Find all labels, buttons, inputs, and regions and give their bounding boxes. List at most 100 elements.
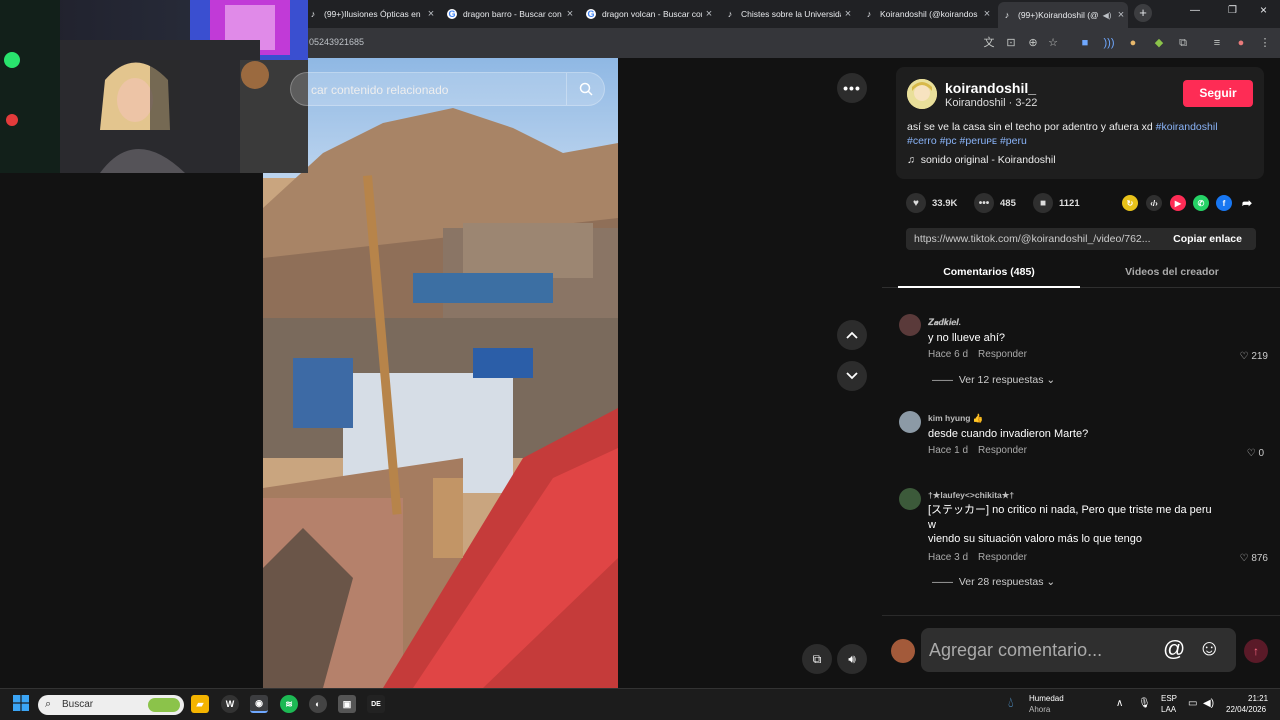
like-button[interactable]: ♥ 33.9K bbox=[906, 193, 957, 213]
tab-2[interactable]: G dragon barro - Buscar con × bbox=[447, 4, 577, 24]
commenter-name[interactable]: †★laufey<>chikita★† bbox=[928, 490, 1014, 501]
microphone-icon[interactable]: 🎙︎ bbox=[1138, 698, 1151, 709]
extensions-puzzle-icon[interactable]: ⧉ bbox=[1176, 36, 1190, 50]
translate-icon[interactable]: 文 bbox=[982, 36, 996, 50]
post-comment-button[interactable]: ↑ bbox=[1244, 639, 1268, 663]
reply-button[interactable]: Responder bbox=[978, 349, 1027, 360]
extension-translate-icon[interactable]: ■ bbox=[1078, 36, 1092, 50]
tab-comments[interactable]: Comentarios (485) bbox=[898, 266, 1080, 278]
commenter-name[interactable]: kim hyung 👍 bbox=[928, 413, 983, 424]
close-tab-icon[interactable]: × bbox=[980, 8, 994, 20]
save-button[interactable]: ■ 1121 bbox=[1033, 193, 1080, 213]
language-code[interactable]: ESP bbox=[1161, 694, 1177, 703]
tab-5[interactable]: ♪ Koirandoshil (@koirandos × bbox=[864, 4, 994, 24]
reading-list-icon[interactable]: ≡ bbox=[1210, 36, 1224, 50]
new-tab-button[interactable]: + bbox=[1134, 4, 1152, 22]
reply-button[interactable]: Responder bbox=[978, 552, 1027, 563]
extension-cup-icon[interactable]: ● bbox=[1126, 36, 1140, 50]
comment-input[interactable]: Agregar comentario... @ ☺ bbox=[921, 628, 1236, 672]
close-window-icon[interactable]: × bbox=[1260, 3, 1267, 17]
comment-input-placeholder[interactable]: Agregar comentario... bbox=[929, 640, 1102, 661]
taskbar-search[interactable]: ⌕ Buscar bbox=[38, 695, 184, 715]
emoji-icon[interactable]: ☺ bbox=[1198, 635, 1220, 661]
share-arrow-icon[interactable]: ➦ bbox=[1239, 195, 1255, 211]
search-button[interactable] bbox=[566, 73, 604, 105]
hashtag[interactable]: #peru bbox=[1000, 135, 1027, 147]
close-tab-icon[interactable]: × bbox=[424, 8, 438, 20]
file-explorer-icon[interactable]: ▰ bbox=[191, 695, 209, 713]
close-tab-icon[interactable]: × bbox=[1114, 9, 1128, 21]
url-text[interactable]: 05243921685 bbox=[309, 37, 364, 47]
commenter-name[interactable]: 𝒁𝒂𝒅𝒌𝒊𝒆𝒍. bbox=[928, 317, 961, 328]
language-layout[interactable]: LAA bbox=[1161, 705, 1176, 714]
close-tab-icon[interactable]: × bbox=[841, 8, 855, 20]
close-tab-icon[interactable]: × bbox=[563, 8, 577, 20]
weather-title[interactable]: Humedad bbox=[1029, 694, 1064, 703]
bookmark-star-icon[interactable]: ☆ bbox=[1046, 36, 1060, 50]
commenter-avatar[interactable] bbox=[899, 314, 921, 336]
restore-icon[interactable]: ❐ bbox=[1228, 5, 1237, 16]
comment-like-button[interactable]: ♡ 219 bbox=[1228, 351, 1268, 362]
hashtag[interactable]: #cerro bbox=[907, 135, 937, 147]
volume-icon[interactable]: ◀) bbox=[1203, 698, 1214, 709]
commenter-avatar[interactable] bbox=[899, 411, 921, 433]
taskbar-search-placeholder[interactable]: Buscar bbox=[62, 699, 93, 710]
reply-button[interactable]: Responder bbox=[978, 445, 1027, 456]
extension-green-icon[interactable]: ◆ bbox=[1152, 36, 1166, 50]
tab-4[interactable]: ♪ Chistes sobre la Universida × bbox=[725, 4, 855, 24]
hashtag[interactable]: #peruᴘᴇ bbox=[960, 135, 997, 147]
follow-button[interactable]: Seguir bbox=[1183, 80, 1253, 107]
send-icon[interactable]: ▶ bbox=[1170, 195, 1186, 211]
comment-button[interactable]: ••• 485 bbox=[974, 193, 1016, 213]
profile-avatar-icon[interactable]: ● bbox=[1234, 36, 1248, 50]
view-replies-button[interactable]: —— Ver 12 respuestas ⌄ bbox=[932, 374, 1055, 386]
obs-icon[interactable]: ◐ bbox=[309, 695, 327, 713]
view-replies-button[interactable]: —— Ver 28 respuestas ⌄ bbox=[932, 576, 1055, 588]
more-options-button[interactable]: ••• bbox=[837, 73, 867, 103]
clock-time[interactable]: 21:21 bbox=[1248, 694, 1268, 703]
close-tab-icon[interactable]: × bbox=[702, 8, 716, 20]
hashtag[interactable]: #koirandoshil bbox=[1156, 121, 1218, 133]
volume-button[interactable]: 🔊︎ bbox=[837, 644, 867, 674]
floating-player-button[interactable]: ⧉ bbox=[802, 644, 832, 674]
author-username[interactable]: koirandoshil_ bbox=[945, 80, 1036, 96]
game-icon[interactable]: DE bbox=[367, 695, 385, 713]
music-link[interactable]: ♫ sonido original - Koirandoshil bbox=[907, 154, 1056, 166]
related-search-box[interactable]: car contenido relacionado bbox=[290, 72, 605, 106]
tab-1[interactable]: ♪ (99+)Ilusiones Ópticas en × bbox=[308, 4, 438, 24]
mention-icon[interactable]: @ bbox=[1163, 636, 1185, 662]
windows-start-icon[interactable] bbox=[13, 695, 29, 711]
zoom-icon[interactable]: ⊕ bbox=[1026, 36, 1040, 50]
chrome-icon[interactable]: ◉ bbox=[250, 695, 268, 713]
menu-kebab-icon[interactable]: ⋮ bbox=[1258, 36, 1272, 50]
network-icon[interactable]: ▭ bbox=[1188, 698, 1197, 709]
related-search-placeholder[interactable]: car contenido relacionado bbox=[311, 83, 448, 97]
comment-like-button[interactable]: ♡ 0 bbox=[1224, 448, 1264, 459]
copy-link-button[interactable]: Copiar enlace bbox=[1173, 233, 1242, 245]
tab-3[interactable]: G dragon volcan - Buscar con × bbox=[586, 4, 716, 24]
facebook-icon[interactable]: f bbox=[1216, 195, 1232, 211]
video-player[interactable] bbox=[263, 58, 618, 688]
embed-icon[interactable]: ‹/› bbox=[1146, 195, 1162, 211]
share-link-text[interactable]: https://www.tiktok.com/@koirandoshil_/vi… bbox=[914, 233, 1164, 245]
install-icon[interactable]: ⊡ bbox=[1004, 36, 1018, 50]
whatsapp-icon[interactable]: ✆ bbox=[1193, 195, 1209, 211]
chevron-up-icon[interactable]: ∧ bbox=[1116, 698, 1123, 709]
next-video-button[interactable] bbox=[837, 361, 867, 391]
clock-date[interactable]: 22/04/2026 bbox=[1226, 705, 1266, 714]
comment-like-button[interactable]: ♡ 876 bbox=[1228, 553, 1268, 564]
author-avatar[interactable] bbox=[907, 79, 937, 109]
app-icon[interactable]: ▣ bbox=[338, 695, 356, 713]
spotify-icon[interactable]: ≋ bbox=[280, 695, 298, 713]
speaker-icon[interactable]: ◀) bbox=[1100, 11, 1114, 20]
commenter-avatar[interactable] bbox=[899, 488, 921, 510]
hashtag[interactable]: #pc bbox=[940, 135, 957, 147]
tab-indicator bbox=[898, 286, 1080, 288]
tab-creator-videos[interactable]: Videos del creador bbox=[1082, 266, 1262, 278]
previous-video-button[interactable] bbox=[837, 320, 867, 350]
tab-active[interactable]: ♪ (99+)Koirandoshil (@ ◀) × bbox=[998, 2, 1128, 28]
overwolf-icon[interactable]: W bbox=[221, 695, 239, 713]
minimize-icon[interactable]: — bbox=[1190, 5, 1200, 16]
repost-icon[interactable]: ↻ bbox=[1122, 195, 1138, 211]
extension-wave-icon[interactable]: ))) bbox=[1102, 36, 1116, 50]
